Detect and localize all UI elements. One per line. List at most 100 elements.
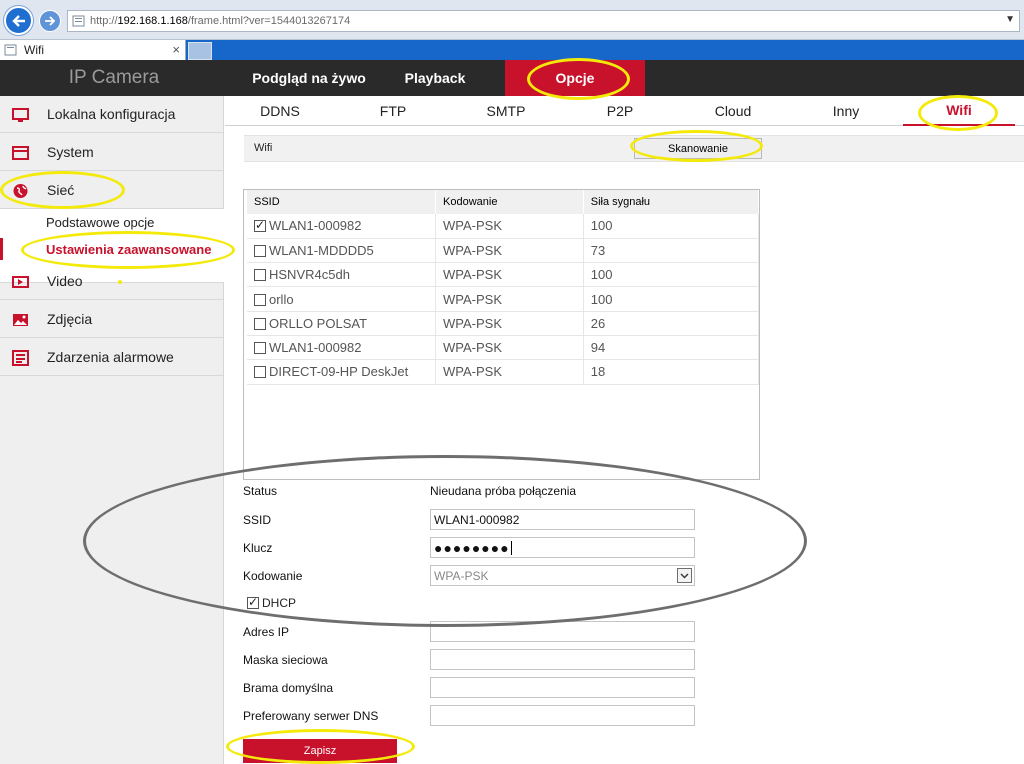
ssid-cell: HSNVR4c5dh xyxy=(247,262,436,288)
section-title: Wifi xyxy=(254,142,273,154)
ssid-text: WLAN1-MDDDD5 xyxy=(269,242,374,258)
ap-select-checkbox[interactable] xyxy=(254,218,266,233)
url-path: /frame.html?ver=1544013267174 xyxy=(187,15,351,27)
nav-live-view[interactable]: Podgląd na żywo xyxy=(228,60,390,96)
tab-smtp[interactable]: SMTP xyxy=(471,96,541,126)
dhcp-checkbox[interactable] xyxy=(247,595,259,609)
table-header-row: SSID Kodowanie Siła sygnału xyxy=(247,190,760,214)
table-row[interactable]: orllo WPA-PSK 100 xyxy=(247,286,760,312)
monitor-icon xyxy=(12,108,29,122)
key-label: Klucz xyxy=(243,541,273,555)
tab-ddns[interactable]: DDNS xyxy=(245,96,315,126)
ap-select-checkbox[interactable] xyxy=(254,317,266,330)
signal-cell: 73 xyxy=(583,238,760,264)
ap-select-checkbox[interactable] xyxy=(254,342,266,355)
ssid-text: WLAN1-000982 xyxy=(269,340,362,356)
scan-button[interactable]: Skanowanie xyxy=(634,138,762,159)
column-header-ssid: SSID xyxy=(247,190,436,214)
subnet-mask-field[interactable] xyxy=(430,649,695,670)
signal-cell: 18 xyxy=(583,359,760,385)
new-tab-button[interactable] xyxy=(188,42,212,60)
ssid-text: ORLLO POLSAT xyxy=(269,315,368,331)
chevron-down-icon[interactable] xyxy=(677,568,692,583)
tab-title: Wifi xyxy=(24,43,44,57)
encoding-cell: WPA-PSK xyxy=(435,335,584,361)
sidebar-item-system[interactable]: System xyxy=(0,134,224,171)
encoding-selected-value: WPA-PSK xyxy=(434,568,489,583)
close-icon[interactable]: × xyxy=(172,42,180,57)
settings-subtabs: DDNS FTP SMTP P2P Cloud Inny Wifi xyxy=(225,96,1024,126)
tab-wifi[interactable]: Wifi xyxy=(903,96,1015,126)
ssid-cell: WLAN1-000982 xyxy=(247,214,436,239)
tab-other[interactable]: Inny xyxy=(811,96,881,126)
gateway-field[interactable] xyxy=(430,677,695,698)
tab-p2p[interactable]: P2P xyxy=(585,96,655,126)
annotation-dot xyxy=(118,280,122,284)
browser-address-bar: http://192.168.1.168/frame.html?ver=1544… xyxy=(0,0,1024,40)
subnav-advanced-settings[interactable]: Ustawienia zaawansowane xyxy=(46,242,211,257)
browser-tab[interactable]: Wifi × xyxy=(0,40,186,60)
ssid-cell: ORLLO POLSAT xyxy=(247,311,436,336)
ap-select-checkbox[interactable] xyxy=(254,293,266,306)
encoding-select[interactable]: WPA-PSK xyxy=(430,565,695,586)
sidebar-item-video[interactable]: Video xyxy=(0,263,224,300)
sidebar-item-network[interactable]: Sieć xyxy=(0,172,224,209)
password-field[interactable]: ●●●●●●●● xyxy=(430,537,695,558)
ssid-text: HSNVR4c5dh xyxy=(269,267,350,283)
mask-label: Maska sieciowa xyxy=(243,653,328,667)
ssid-cell: WLAN1-MDDDD5 xyxy=(247,238,436,264)
url-field[interactable]: http://192.168.1.168/frame.html?ver=1544… xyxy=(67,10,1020,32)
sidebar-item-label: Sieć xyxy=(47,182,75,198)
column-header-signal: Siła sygnału xyxy=(583,190,760,214)
nav-options[interactable]: Opcje xyxy=(505,60,645,96)
app-header: IP Camera Podgląd na żywo Playback Opcje xyxy=(0,60,1024,96)
globe-icon xyxy=(13,184,28,198)
wifi-section-header: Wifi Skanowanie xyxy=(244,135,1024,162)
ap-select-checkbox[interactable] xyxy=(254,244,266,257)
forward-button[interactable] xyxy=(39,10,61,32)
signal-cell: 26 xyxy=(583,311,760,336)
ip-address-field[interactable] xyxy=(430,621,695,642)
ssid-text: WLAN1-000982 xyxy=(269,218,362,234)
save-button[interactable]: Zapisz xyxy=(243,739,397,763)
ap-select-checkbox[interactable] xyxy=(254,269,266,282)
chevron-down-icon[interactable]: ▼ xyxy=(1005,14,1015,25)
encoding-cell: WPA-PSK xyxy=(435,214,584,239)
tab-ftp[interactable]: FTP xyxy=(358,96,428,126)
encoding-cell: WPA-PSK xyxy=(435,359,584,385)
dns-label: Preferowany serwer DNS xyxy=(243,709,379,723)
arrow-left-icon xyxy=(11,14,25,27)
status-label: Status xyxy=(243,484,278,498)
url-prefix: http:// xyxy=(90,15,118,27)
ssid-field[interactable]: WLAN1-000982 xyxy=(430,509,695,530)
sidebar-item-photos[interactable]: Zdjęcia xyxy=(0,301,224,338)
sidebar-item-alarm-events[interactable]: Zdarzenia alarmowe xyxy=(0,339,224,376)
signal-cell: 94 xyxy=(583,335,760,361)
text-caret xyxy=(510,540,512,555)
page-icon xyxy=(72,15,85,27)
signal-cell: 100 xyxy=(583,286,760,312)
tab-cloud[interactable]: Cloud xyxy=(698,96,768,126)
table-row[interactable]: WLAN1-000982 WPA-PSK100 xyxy=(247,214,760,239)
table-row[interactable]: WLAN1-000982 WPA-PSK 94 xyxy=(247,335,760,361)
ssid-text: DIRECT-09-HP DeskJet xyxy=(269,364,409,380)
nav-playback[interactable]: Playback xyxy=(390,60,480,96)
ssid-value: WLAN1-000982 xyxy=(434,512,520,527)
dns-field[interactable] xyxy=(430,705,695,726)
encoding-cell: WPA-PSK xyxy=(435,311,584,336)
table-row[interactable]: ORLLO POLSAT WPA-PSK 26 xyxy=(247,311,760,336)
ap-select-checkbox[interactable] xyxy=(254,366,266,379)
encoding-label: Kodowanie xyxy=(243,569,303,583)
table-row[interactable]: HSNVR4c5dh WPA-PSK 100 xyxy=(247,262,760,288)
sidebar-item-label: Zdjęcia xyxy=(47,311,93,327)
sidebar-item-local-config[interactable]: Lokalna konfiguracja xyxy=(0,96,224,133)
browser-tab-bar: Wifi × xyxy=(0,40,1024,60)
sidebar-item-label: Lokalna konfiguracja xyxy=(47,106,176,122)
ssid-cell: orllo xyxy=(247,286,436,312)
back-button[interactable] xyxy=(4,6,33,35)
table-row[interactable]: DIRECT-09-HP DeskJet WPA-PSK 18 xyxy=(247,359,760,385)
encoding-cell: WPA-PSK xyxy=(435,238,584,264)
alarm-list-icon xyxy=(12,350,29,366)
table-row[interactable]: WLAN1-MDDDD5 WPA-PSK 73 xyxy=(247,238,760,264)
subnav-basic-options[interactable]: Podstawowe opcje xyxy=(46,215,154,230)
